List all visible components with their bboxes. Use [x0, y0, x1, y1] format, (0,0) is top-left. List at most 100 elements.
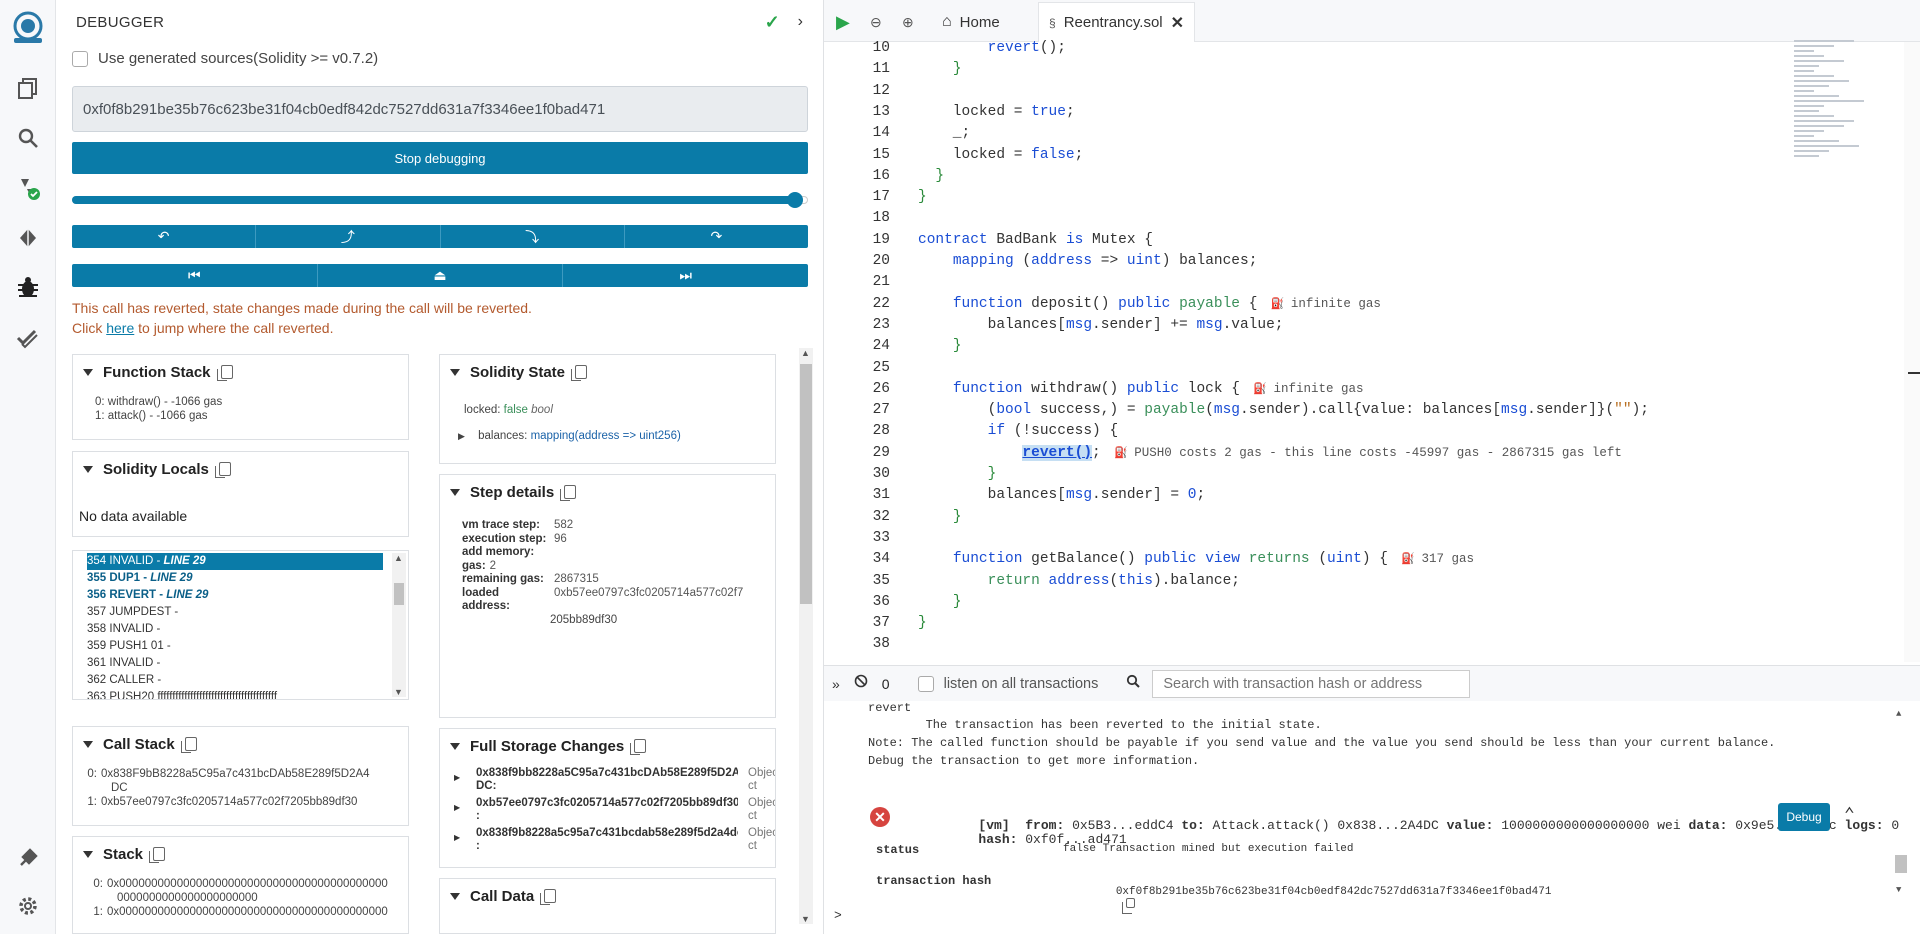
- plugin-manager-icon[interactable]: [14, 844, 42, 872]
- copy-icon[interactable]: [216, 365, 233, 381]
- opcode-item[interactable]: 356 REVERT - LINE 29: [73, 587, 383, 604]
- code-line[interactable]: function deposit() public payable { ⛽ in…: [918, 296, 1381, 312]
- step-into-button[interactable]: ⤵: [441, 225, 625, 248]
- listen-all-checkbox[interactable]: [917, 675, 934, 692]
- call-data-header[interactable]: Call Data: [440, 879, 775, 913]
- code-line[interactable]: }: [918, 338, 962, 354]
- code-line[interactable]: }: [918, 466, 997, 482]
- code-line[interactable]: function getBalance() public view return…: [918, 551, 1474, 567]
- minimap[interactable]: [1794, 40, 1904, 170]
- code-line[interactable]: }: [918, 168, 944, 184]
- settings-icon[interactable]: [14, 892, 42, 920]
- code-line[interactable]: function withdraw() public lock { ⛽ infi…: [918, 381, 1364, 397]
- copy-icon[interactable]: [180, 737, 197, 753]
- code-line[interactable]: balances[msg.sender] = 0;: [918, 487, 1206, 503]
- slider-thumb[interactable]: [786, 192, 803, 208]
- scroll-up-icon[interactable]: ▲: [394, 553, 403, 563]
- code-line[interactable]: return address(this).balance;: [918, 573, 1240, 589]
- caret-right-icon[interactable]: ▶: [454, 803, 460, 812]
- copy-icon[interactable]: [571, 365, 588, 381]
- panel-scrollbar[interactable]: ▲ ▼: [799, 348, 813, 924]
- caret-right-icon[interactable]: ▶: [458, 431, 465, 441]
- opcode-item[interactable]: 361 INVALID -: [73, 655, 383, 672]
- step-over-forward-button[interactable]: ↷: [625, 225, 808, 248]
- tab-reentrancy[interactable]: § Reentrancy.sol ✕: [1038, 2, 1196, 42]
- code-line[interactable]: }: [918, 615, 927, 631]
- file-explorer-icon[interactable]: [14, 74, 42, 102]
- opcode-list[interactable]: 354 INVALID - LINE 29 355 DUP1 - LINE 29 3…: [72, 550, 409, 700]
- code-line[interactable]: revert(); ⛽ PUSH0 costs 2 gas - this lin…: [918, 444, 1622, 461]
- storage-row[interactable]: ▶ 0xb57ee0797c3fc0205714a577c02f7205bb89d…: [440, 797, 775, 823]
- step-slider[interactable]: [72, 192, 808, 208]
- tests-icon[interactable]: [14, 324, 42, 352]
- scroll-up-icon[interactable]: ▲: [801, 348, 810, 358]
- full-storage-header[interactable]: Full Storage Changes: [440, 729, 775, 763]
- opcode-item[interactable]: 362 CALLER -: [73, 672, 383, 689]
- jump-out-button[interactable]: ⏏: [318, 264, 564, 287]
- jump-next-breakpoint-button[interactable]: ⏭: [563, 264, 808, 287]
- panel-scroll-thumb[interactable]: [800, 364, 812, 604]
- tab-home[interactable]: ⌂ Home: [942, 2, 1000, 42]
- terminal-prompt[interactable]: >: [834, 908, 842, 923]
- code-editor[interactable]: 10 revert(); 11 } 12 13 locked = true; 14 _;…: [824, 38, 1904, 663]
- code-line[interactable]: _;: [918, 125, 970, 141]
- scroll-down-icon[interactable]: ▼: [1896, 885, 1901, 895]
- collapse-terminal-icon[interactable]: »: [832, 676, 840, 692]
- step-back-button[interactable]: ⤴: [256, 225, 441, 248]
- code-line[interactable]: (bool success,) = payable(msg.sender).ca…: [918, 402, 1649, 418]
- copy-icon[interactable]: [630, 739, 647, 755]
- opcode-item[interactable]: 358 INVALID -: [73, 621, 383, 638]
- search-icon[interactable]: [14, 124, 42, 152]
- stop-debugging-button[interactable]: Stop debugging: [72, 142, 808, 174]
- step-over-back-button[interactable]: ↶: [72, 225, 257, 248]
- compiler-icon[interactable]: [14, 174, 42, 202]
- terminal-search-input[interactable]: [1152, 669, 1471, 698]
- debugger-icon[interactable]: [14, 274, 42, 302]
- clear-console-icon[interactable]: [854, 674, 868, 693]
- code-line[interactable]: }: [918, 189, 927, 205]
- close-icon[interactable]: ✕: [1171, 13, 1184, 33]
- opcode-item[interactable]: 357 JUMPDEST -: [73, 604, 383, 621]
- code-line[interactable]: locked = false;: [918, 147, 1084, 163]
- tx-hash-input[interactable]: 0xf0f8b291be35b76c623be31f04cb0edf842dc7…: [72, 86, 808, 132]
- code-line[interactable]: if (!success) {: [918, 423, 1119, 439]
- scroll-down-icon[interactable]: ▼: [394, 687, 403, 697]
- caret-right-icon[interactable]: ▶: [454, 833, 460, 842]
- terminal-scroll-thumb[interactable]: [1895, 855, 1907, 873]
- remix-logo-icon[interactable]: [8, 8, 48, 48]
- scroll-down-icon[interactable]: ▼: [801, 914, 810, 924]
- solidity-state-balances[interactable]: ▶ balances: mapping(address => uint256): [440, 417, 775, 443]
- opcode-item[interactable]: 363 PUSH20 fffffffffffffffffffffffffffff…: [73, 689, 383, 699]
- storage-row[interactable]: ▶ 0x838f9b8228a5c95a7c431bcdab58e289f5d2a…: [440, 827, 775, 853]
- zoom-out-icon[interactable]: ⊖: [870, 2, 882, 42]
- opcode-item[interactable]: 355 DUP1 - LINE 29: [73, 570, 383, 587]
- code-line[interactable]: balances[msg.sender] += msg.value;: [918, 317, 1284, 333]
- code-line[interactable]: contract BadBank is Mutex {: [918, 232, 1153, 248]
- opcode-item[interactable]: 359 PUSH1 01 -: [73, 638, 383, 655]
- debug-button[interactable]: Debug: [1778, 803, 1830, 831]
- code-line[interactable]: }: [918, 509, 962, 525]
- solidity-locals-header[interactable]: Solidity Locals: [73, 452, 408, 486]
- opcode-item[interactable]: 354 INVALID - LINE 29: [87, 553, 383, 570]
- function-stack-header[interactable]: Function Stack: [73, 355, 408, 389]
- deploy-icon[interactable]: [14, 224, 42, 252]
- chevron-right-icon[interactable]: ›: [798, 13, 803, 31]
- code-line[interactable]: }: [918, 594, 962, 610]
- jump-to-revert-link[interactable]: here: [106, 320, 134, 336]
- scroll-up-icon[interactable]: ▲: [1896, 709, 1901, 719]
- zoom-in-icon[interactable]: ⊕: [902, 2, 914, 42]
- code-line[interactable]: revert();: [918, 40, 1066, 56]
- copy-icon[interactable]: [214, 462, 231, 478]
- terminal-scrollbar[interactable]: ▲ ▼: [1894, 709, 1908, 895]
- step-details-header[interactable]: Step details: [440, 475, 775, 509]
- storage-row[interactable]: ▶ 0x838f9bb8228a5C95a7c431bcDAb58E289f5D2…: [440, 767, 775, 793]
- editor-scrollbar[interactable]: [1904, 42, 1920, 662]
- copy-icon[interactable]: [560, 485, 577, 501]
- code-line[interactable]: mapping (address => uint) balances;: [918, 253, 1258, 269]
- copy-icon[interactable]: [1121, 898, 1135, 915]
- solidity-state-header[interactable]: Solidity State: [440, 355, 775, 389]
- opcode-scrollbar[interactable]: ▲ ▼: [392, 553, 406, 697]
- code-line[interactable]: }: [918, 61, 962, 77]
- jump-previous-breakpoint-button[interactable]: ⏮: [72, 264, 318, 287]
- stack-header[interactable]: Stack: [73, 837, 408, 871]
